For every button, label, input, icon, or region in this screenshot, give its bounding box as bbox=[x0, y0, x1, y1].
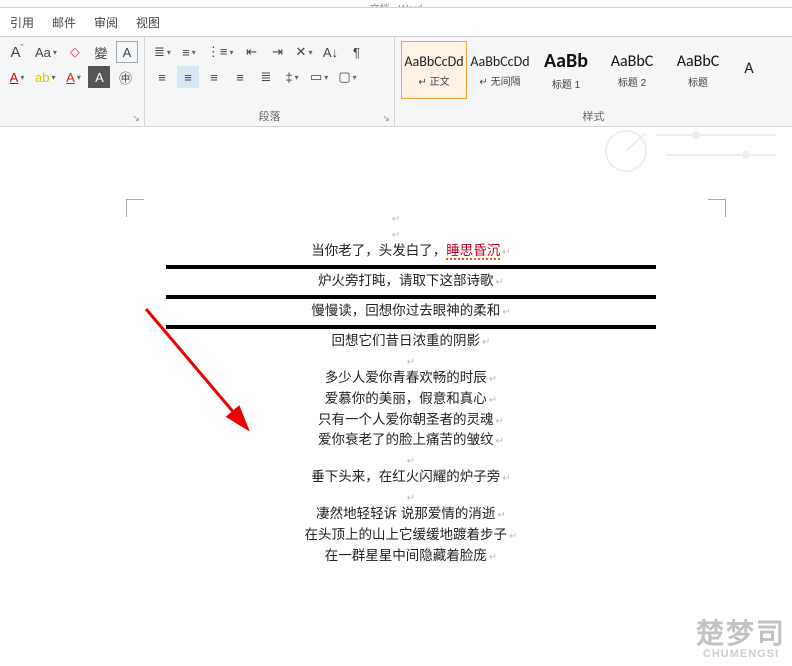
highlight-color-icon[interactable]: ab bbox=[32, 66, 58, 88]
style-preview: AaBb bbox=[544, 49, 588, 73]
spellcheck-error[interactable]: 睡思昏沉 bbox=[446, 243, 500, 260]
styles-group-label: 样式 bbox=[401, 106, 786, 124]
change-case-icon[interactable]: Aa bbox=[32, 41, 60, 63]
paragraph[interactable]: 凄然地轻轻诉 说那爱情的消逝 bbox=[166, 504, 656, 525]
tab-references[interactable]: 引用 bbox=[8, 12, 36, 33]
align-left-icon[interactable]: ≡ bbox=[151, 66, 173, 88]
style-item-5[interactable]: A bbox=[731, 41, 767, 99]
paragraph[interactable]: 在一群星星中间隐藏着脸庞 bbox=[166, 546, 656, 567]
asian-layout-icon[interactable]: ✕ bbox=[293, 41, 316, 63]
paragraph[interactable]: 垂下头来，在红火闪耀的炉子旁 bbox=[166, 467, 656, 488]
paragraph-group-label: 段落 bbox=[151, 106, 388, 124]
style-label: 标题 2 bbox=[618, 74, 646, 89]
title-bar: 文档 - Word bbox=[0, 0, 792, 8]
paragraph-border bbox=[166, 295, 656, 299]
document-body[interactable]: 当你老了，头发白了，睡思昏沉炉火旁打盹，请取下这部诗歌慢慢读，回想你过去眼神的柔… bbox=[166, 241, 656, 567]
decrease-indent-icon[interactable]: ⇤ bbox=[241, 41, 263, 63]
tab-view[interactable]: 视图 bbox=[134, 12, 162, 33]
bullets-icon[interactable]: ≣ bbox=[151, 41, 174, 63]
style-label: ↵ 无间隔 bbox=[479, 73, 520, 88]
style-preview: AaBbCcDd bbox=[404, 53, 463, 70]
style-item-1[interactable]: AaBbCcDd ↵ 无间隔 bbox=[467, 41, 533, 99]
paragraph[interactable]: 爱你衰老了的脸上痛苦的皱纹 bbox=[166, 430, 656, 451]
font-color-icon[interactable]: A bbox=[6, 66, 28, 88]
shading-icon[interactable]: ▭ bbox=[307, 66, 331, 88]
tab-review[interactable]: 审阅 bbox=[92, 12, 120, 33]
style-item-4[interactable]: AaBbC 标题 bbox=[665, 41, 731, 99]
style-preview: AaBbC bbox=[611, 52, 654, 71]
sort-icon[interactable]: A↓ bbox=[319, 41, 341, 63]
blank-para bbox=[46, 225, 746, 241]
font-group-label bbox=[6, 110, 138, 124]
styles-gallery[interactable]: AaBbCcDd ↵ 正文 AaBbCcDd ↵ 无间隔 AaBb 标题 1 AaBbC 标题… bbox=[401, 41, 786, 99]
grow-font-icon[interactable]: Aˆ bbox=[6, 41, 28, 63]
character-border-icon[interactable]: A bbox=[116, 41, 138, 63]
paragraph[interactable]: 多少人爱你青春欢畅的时辰 bbox=[166, 368, 656, 389]
align-right-icon[interactable]: ≡ bbox=[203, 66, 225, 88]
page: 当你老了，头发白了，睡思昏沉炉火旁打盹，请取下这部诗歌慢慢读，回想你过去眼神的柔… bbox=[46, 139, 746, 567]
style-label: 标题 bbox=[688, 74, 708, 89]
paragraph-group-launcher-icon[interactable]: ↘ bbox=[380, 112, 392, 124]
paragraph-group: ≣ ≡ ⋮≡ ⇤ ⇥ ✕ A↓ ¶ ≡ ≡ ≡ ≡ ≣ ‡ ▭ ▢ 段落 ↘ bbox=[145, 37, 395, 126]
paragraph[interactable]: 炉火旁打盹，请取下这部诗歌 bbox=[166, 271, 656, 292]
ribbon: Aˆ Aa ◇ 變 A A ab A A ㊥ ↘ ≣ ≡ ⋮≡ ⇤ bbox=[0, 37, 792, 127]
show-marks-icon[interactable]: ¶ bbox=[345, 41, 367, 63]
style-label: ↵ 正文 bbox=[418, 73, 449, 88]
line-spacing-icon[interactable]: ‡ bbox=[281, 66, 303, 88]
tab-mail[interactable]: 邮件 bbox=[50, 12, 78, 33]
font-group: Aˆ Aa ◇ 變 A A ab A A ㊥ ↘ bbox=[0, 37, 145, 126]
align-center-icon[interactable]: ≡ bbox=[177, 66, 199, 88]
font-color2-icon[interactable]: A bbox=[62, 66, 84, 88]
paragraph[interactable]: 当你老了，头发白了，睡思昏沉 bbox=[166, 241, 656, 262]
text-run: 当你老了，头发白了， bbox=[311, 243, 446, 258]
blank-para bbox=[166, 488, 656, 504]
style-preview: A bbox=[744, 59, 753, 78]
increase-indent-icon[interactable]: ⇥ bbox=[267, 41, 289, 63]
style-item-0[interactable]: AaBbCcDd ↵ 正文 bbox=[401, 41, 467, 99]
paragraph-border bbox=[166, 325, 656, 329]
style-item-3[interactable]: AaBbC 标题 2 bbox=[599, 41, 665, 99]
style-preview: AaBbC bbox=[677, 52, 720, 71]
ribbon-tabs: 引用 邮件 审阅 视图 bbox=[0, 8, 792, 37]
paragraph[interactable]: 慢慢读，回想你过去眼神的柔和 bbox=[166, 301, 656, 322]
margin-corner-tr bbox=[708, 199, 726, 217]
justify-icon[interactable]: ≡ bbox=[229, 66, 251, 88]
styles-group: AaBbCcDd ↵ 正文 AaBbCcDd ↵ 无间隔 AaBb 标题 1 AaBbC 标题… bbox=[395, 37, 792, 126]
borders-icon[interactable]: ▢ bbox=[335, 66, 359, 88]
font-group-launcher-icon[interactable]: ↘ bbox=[130, 112, 142, 124]
multilevel-list-icon[interactable]: ⋮≡ bbox=[204, 41, 237, 63]
paragraph[interactable]: 爱慕你的美丽，假意和真心 bbox=[166, 389, 656, 410]
style-item-2[interactable]: AaBb 标题 1 bbox=[533, 41, 599, 99]
blank-para bbox=[166, 451, 656, 467]
paragraph[interactable]: 只有一个人爱你朝圣者的灵魂 bbox=[166, 410, 656, 431]
paragraph[interactable]: 回想它们昔日浓重的阴影 bbox=[166, 331, 656, 352]
enclose-char-icon[interactable]: ㊥ bbox=[114, 66, 136, 88]
phonetic-guide-icon[interactable]: 變 bbox=[90, 41, 112, 63]
document-canvas[interactable]: 当你老了，头发白了，睡思昏沉炉火旁打盹，请取下这部诗歌慢慢读，回想你过去眼神的柔… bbox=[0, 127, 792, 666]
style-preview: AaBbCcDd bbox=[470, 53, 529, 70]
numbering-icon[interactable]: ≡ bbox=[178, 41, 200, 63]
clear-formatting-icon[interactable]: ◇ bbox=[64, 41, 86, 63]
blank-para bbox=[46, 209, 746, 225]
style-label: 标题 1 bbox=[552, 76, 580, 91]
blank-para bbox=[166, 352, 656, 368]
paragraph[interactable]: 在头顶上的山上它缓缓地踱着步子 bbox=[166, 525, 656, 546]
paragraph-border bbox=[166, 265, 656, 269]
margin-corner-tl bbox=[126, 199, 144, 217]
distribute-icon[interactable]: ≣ bbox=[255, 66, 277, 88]
character-shading-icon[interactable]: A bbox=[88, 66, 110, 88]
